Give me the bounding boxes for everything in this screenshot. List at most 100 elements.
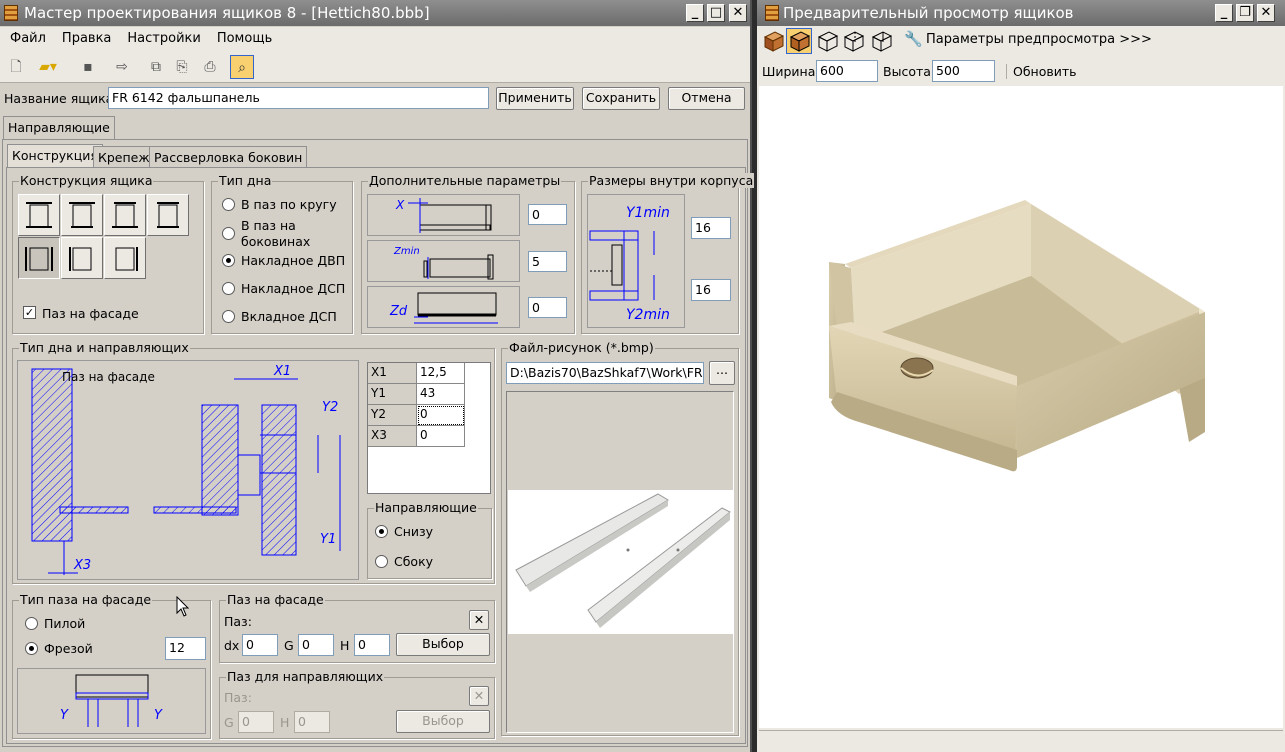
preview-scrollbar[interactable] [759, 730, 1283, 748]
open-folder-icon[interactable]: ▰▾ [36, 55, 60, 79]
apply-button[interactable]: Применить [496, 87, 574, 110]
preview-params-button[interactable]: Параметры предпросмотра >>> [926, 32, 1152, 47]
bottom-type-option-3: Накладное ДВП [241, 253, 346, 268]
menu-edit[interactable]: Правка [52, 27, 117, 46]
param-zd-input[interactable]: 0 [528, 297, 567, 318]
cancel-button[interactable]: Отмена [668, 87, 745, 110]
preview-height-label: Высота [883, 64, 931, 79]
groove-mill-radio[interactable] [25, 642, 38, 655]
paste-icon[interactable]: ⎘ [170, 55, 194, 79]
construction-type-7-button[interactable] [104, 237, 146, 279]
drawer-name-label: Название ящика [4, 91, 114, 106]
wireframe-view-icon[interactable] [815, 29, 839, 53]
facade-groove-clear-button[interactable]: ✕ [469, 610, 489, 630]
grid-value-x1[interactable]: 12,5 [417, 363, 465, 384]
y2min-label: Y2min [626, 307, 670, 323]
shaded-view-icon[interactable] [786, 28, 812, 54]
drawer-name-input[interactable]: FR 6142 фальшпанель [108, 87, 489, 109]
grid-name-x3: X3 [368, 426, 417, 447]
export-icon[interactable]: ⇨ [110, 55, 134, 79]
param-x-diagram: X [367, 194, 520, 236]
preview-icon[interactable]: ⌕ [230, 55, 254, 79]
dim-x1-label: X1 [273, 364, 291, 379]
solid-view-icon[interactable] [761, 29, 785, 53]
copy-icon[interactable]: ⧉ [144, 55, 168, 79]
param-zmin-input[interactable]: 5 [528, 251, 567, 272]
inner-sizes-title: Размеры внутри корпуса [588, 173, 755, 188]
minimize-button[interactable]: _ [686, 4, 704, 22]
preview-minimize-button[interactable]: _ [1215, 4, 1233, 22]
dimensions-grid[interactable]: X1 12,5 Y1 43 Y2 0 X3 0 [367, 362, 491, 494]
file-title: Файл-рисунок (*.bmp) [508, 340, 655, 355]
bottom-type-radio-1[interactable] [222, 198, 235, 211]
maximize-button[interactable]: □ [707, 4, 725, 22]
bottom-type-radio-4[interactable] [222, 282, 235, 295]
hidden-lines-view-icon[interactable] [841, 29, 865, 53]
tab-fasteners[interactable]: Крепеж [93, 146, 155, 168]
param-x-input[interactable]: 0 [528, 204, 567, 225]
tab-construction[interactable]: Конструкция [7, 144, 103, 168]
guide-g-input[interactable]: 0 [238, 711, 274, 733]
xray-view-icon[interactable] [869, 29, 893, 53]
param-zmin-label: Zmin [393, 246, 420, 257]
guide-h-input[interactable]: 0 [294, 711, 330, 733]
guides-bottom-radio[interactable] [375, 525, 388, 538]
grid-value-y1[interactable]: 43 [417, 384, 465, 405]
tab-guides-outer[interactable]: Направляющие [3, 116, 115, 140]
save-disk-icon[interactable]: ▪ [76, 55, 100, 79]
construction-type-2-button[interactable] [61, 194, 103, 236]
grid-name-x1: X1 [368, 363, 417, 384]
y1min-input[interactable]: 16 [691, 217, 731, 239]
guide-select-button[interactable]: Выбор [396, 710, 490, 733]
groove-type-title: Тип паза на фасаде [19, 592, 153, 607]
facade-g-input[interactable]: 0 [298, 634, 334, 656]
bottom-type-radio-5[interactable] [222, 310, 235, 323]
preview-titlebar[interactable]: Предварительный просмотр ящиков _ ❐ ✕ [757, 0, 1285, 26]
construction-type-1-button[interactable] [18, 194, 60, 236]
construction-type-5-button[interactable] [18, 237, 60, 279]
mouse-cursor-icon [176, 596, 190, 617]
grid-value-x3[interactable]: 0 [417, 426, 465, 447]
menu-settings[interactable]: Настройки [117, 27, 206, 46]
tab-side-drilling[interactable]: Рассверловка боковин [149, 146, 308, 168]
groove-mill-label: Фрезой [44, 641, 93, 656]
new-file-icon[interactable]: 🗋 [4, 55, 28, 79]
menu-help[interactable]: Помощь [207, 27, 278, 46]
guides-side-radio[interactable] [375, 555, 388, 568]
bottom-type-option-1: В паз по кругу [241, 197, 337, 212]
save-button[interactable]: Сохранить [582, 87, 660, 110]
print-icon[interactable]: ⎙ [198, 55, 222, 79]
guides-title: Направляющие [374, 500, 478, 515]
wrench-icon: 🔧 [904, 30, 923, 48]
preview-width-input[interactable]: 600 [816, 60, 878, 82]
groove-saw-radio[interactable] [25, 617, 38, 630]
groove-on-facade-checkbox[interactable]: ✓ [23, 306, 36, 319]
grid-value-y2[interactable]: 0 [417, 405, 465, 426]
preview-close-button[interactable]: ✕ [1257, 4, 1275, 22]
construction-type-6-button[interactable] [61, 237, 103, 279]
close-button[interactable]: ✕ [729, 4, 747, 22]
preview-restore-button[interactable]: ❐ [1236, 4, 1254, 22]
facade-g-label: G [284, 638, 294, 653]
file-path-input[interactable]: D:\Bazis70\BazShkaf7\Work\FR 6: [506, 362, 704, 384]
drawer-3d-model [829, 200, 1205, 472]
menu-file[interactable]: Файл [0, 27, 52, 46]
y2min-input[interactable]: 16 [691, 279, 731, 301]
main-titlebar[interactable]: Мастер проектирования ящиков 8 - [Hettic… [0, 0, 750, 26]
browse-button[interactable]: ... [709, 361, 735, 385]
construction-type-3-button[interactable] [104, 194, 146, 236]
preview-height-input[interactable]: 500 [932, 60, 995, 82]
guide-groove-clear-button[interactable]: ✕ [469, 686, 489, 706]
bottom-type-radio-2[interactable] [222, 227, 235, 240]
bottom-type-radio-3[interactable] [222, 254, 235, 267]
preview-viewport[interactable] [759, 86, 1283, 728]
facade-dx-input[interactable]: 0 [242, 634, 278, 656]
bottom-type-option-2: В паз на боковинах [241, 218, 311, 249]
groove-width-input[interactable]: 12 [165, 637, 206, 660]
facade-dx-label: dx [224, 638, 240, 653]
bottom-guides-title: Тип дна и направляющих [19, 340, 190, 355]
preview-refresh-button[interactable]: Обновить [1006, 64, 1077, 79]
facade-select-button[interactable]: Выбор [396, 633, 490, 656]
facade-h-input[interactable]: 0 [354, 634, 390, 656]
construction-type-4-button[interactable] [147, 194, 189, 236]
